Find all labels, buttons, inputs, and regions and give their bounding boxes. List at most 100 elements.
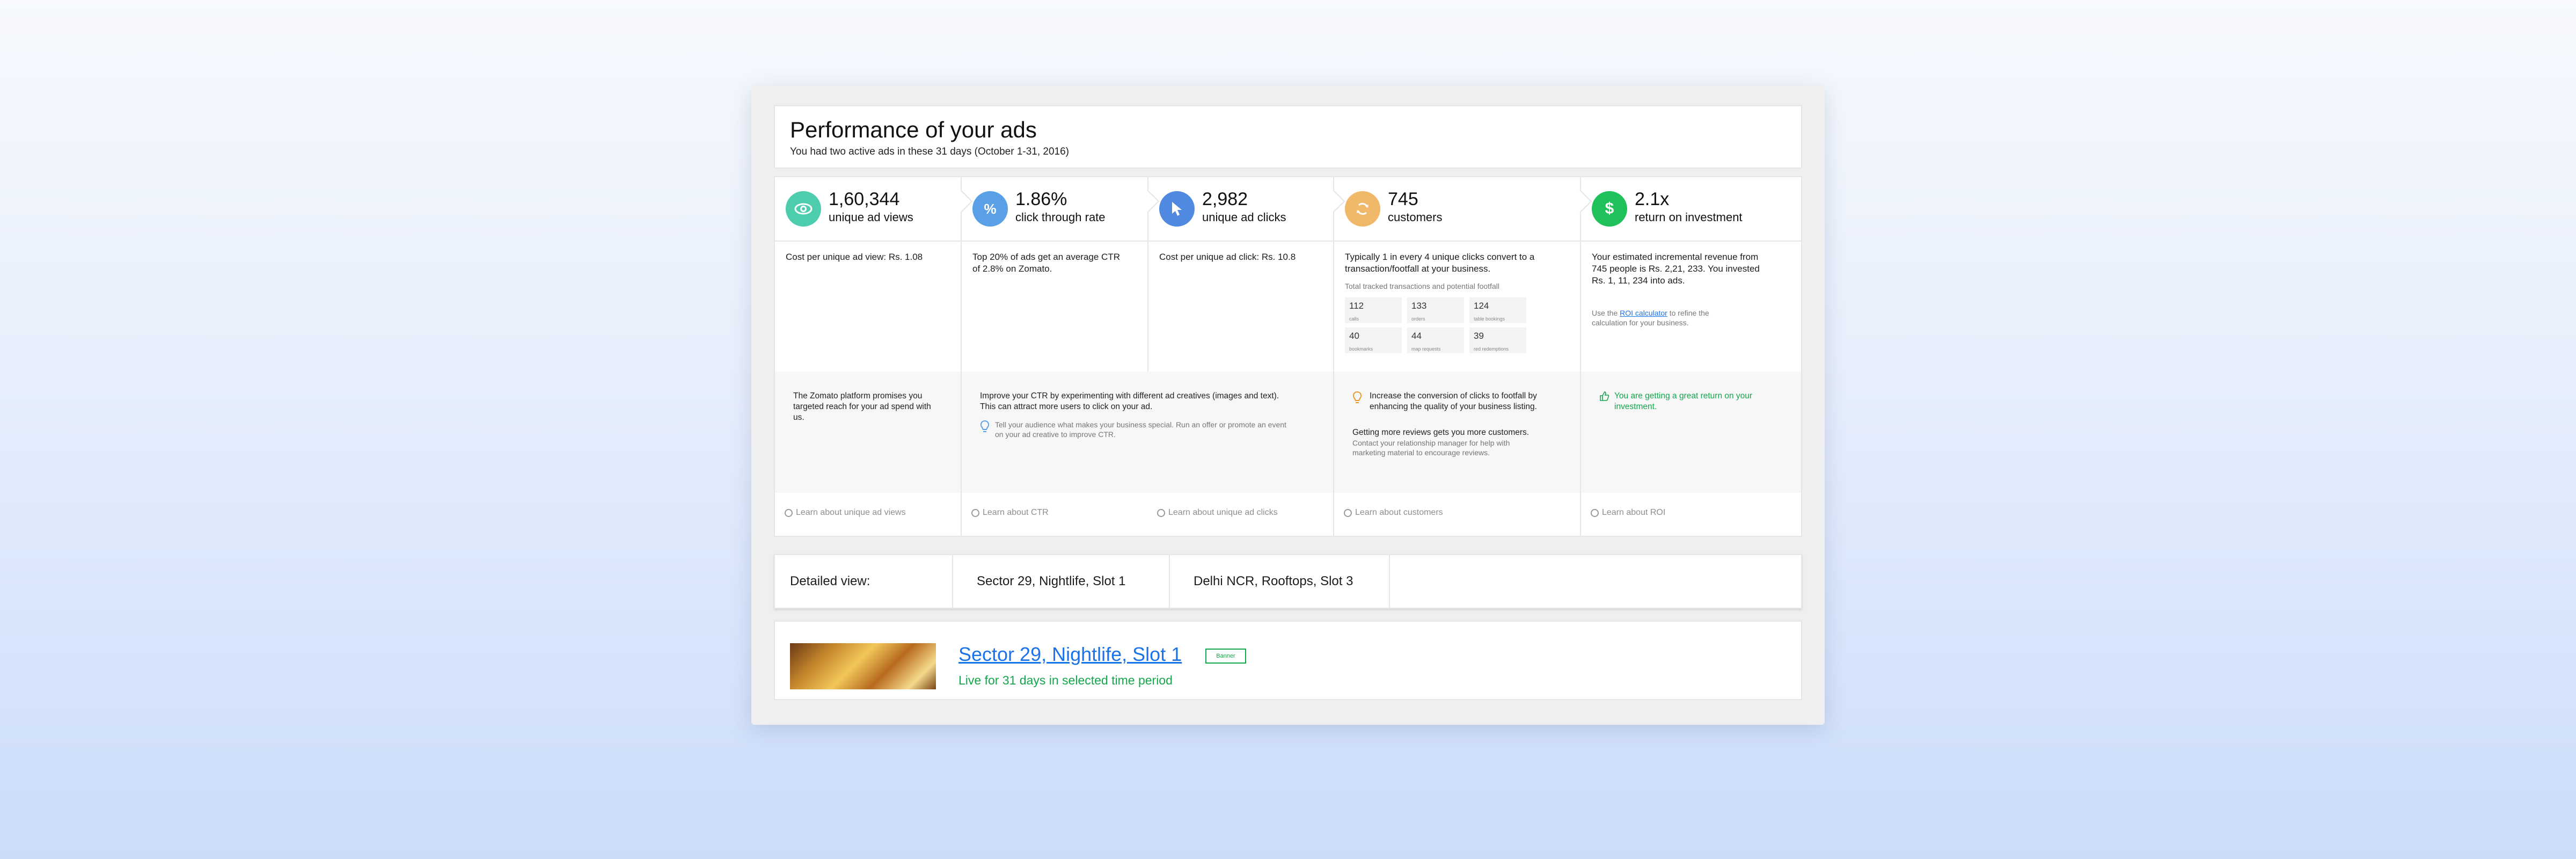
learn-link-text: Learn about CTR [983,508,1049,517]
metrics-panel: 1,60,344 unique ad views Cost per unique… [774,176,1802,537]
bulb-icon [980,420,990,432]
stat-value: 133 [1411,301,1427,311]
report-panel: Performance of your ads You had two acti… [751,86,1825,725]
page-subtitle: You had two active ads in these 31 days … [790,146,1070,157]
metric-body: Your estimated incremental revenue from … [1581,242,1801,370]
roi-note-pre: Use the [1592,309,1620,317]
metric-header: % 1.86% click through rate [962,177,1160,242]
stat-label: bookmarks [1349,346,1373,352]
metric-body: Cost per unique ad click: Rs. 10.8 [1147,242,1333,372]
metric-ctr: % 1.86% click through rate Top 20% of ad… [961,177,1333,536]
learn-link-text: Learn about customers [1355,508,1443,517]
stat-label: table bookings [1474,316,1505,322]
metric-value: 2.1x [1635,189,1670,209]
metric-body-text: Typically 1 in every 4 unique clicks con… [1345,252,1535,274]
metric-unique-ad-views: 1,60,344 unique ad views Cost per unique… [775,177,973,536]
roi-note: Use the ROI calculator to refine the cal… [1592,308,1742,327]
metric-tip: Increase the conversion of clicks to foo… [1334,372,1580,493]
metric-body: Cost per unique ad view: Rs. 1.08 [786,252,923,262]
learn-link[interactable]: Learn about customers [1334,494,1580,536]
stat-value: 44 [1411,331,1422,341]
percent-icon: % [972,191,1008,227]
metric-header: 745 customers [1334,177,1592,242]
ad-status: Live for 31 days in selected time period [958,673,1173,687]
tab-delhi-ncr[interactable]: Delhi NCR, Rooftops, Slot 3 [1169,555,1389,608]
dollar-icon: $ [1592,191,1627,227]
stat-label: orders [1411,316,1425,322]
metric-value: 1,60,344 [829,189,900,209]
stat-map-requests: 44 map requests [1407,327,1464,353]
metric-customers: 745 customers Typically 1 in every 4 uni… [1333,177,1592,536]
help-icon [785,509,793,517]
learn-link[interactable]: Learn about unique ad clicks [1147,494,1333,536]
metric-body-text: Your estimated incremental revenue from … [1592,252,1760,286]
stat-label: red redemptions [1474,346,1509,352]
stat-table-bookings: 124 table bookings [1469,297,1526,323]
thumbs-up-icon [1600,391,1609,401]
stat-bookmarks: 40 bookmarks [1345,327,1402,353]
stat-value: 39 [1474,331,1484,341]
metric-value: 2,982 [1202,189,1248,209]
metric-value: 1.86% [1015,189,1067,209]
metric-header: $ 2.1x return on investment [1581,177,1801,242]
help-icon [1157,509,1165,517]
stat-label: map requests [1411,346,1441,352]
tab-divider [1389,555,1390,608]
stat-orders: 133 orders [1407,297,1464,323]
metric-tip: Improve your CTR by experimenting with d… [962,372,1333,493]
bulb-icon [1352,391,1362,403]
stat-value: 112 [1349,301,1364,311]
metric-body: Top 20% of ads get an average CTR of 2.8… [972,252,1120,274]
page-title: Performance of your ads [790,117,1037,142]
stat-value: 40 [1349,331,1359,341]
tip-note-text: Tell your audience what makes your busin… [995,420,1286,439]
tip-note: Tell your audience what makes your busin… [980,420,1291,439]
metric-label: return on investment [1635,210,1743,224]
stat-label: calls [1349,316,1359,322]
metric-tip: The Zomato platform promises you targete… [775,372,961,493]
learn-link-text: Learn about ROI [1602,508,1666,517]
help-icon [971,509,979,517]
metric-roi: $ 2.1x return on investment Your estimat… [1580,177,1801,536]
stat-red-redemptions: 39 red redemptions [1469,327,1526,353]
stat-calls: 112 calls [1345,297,1402,323]
ad-thumbnail [790,643,936,689]
eye-icon [786,191,821,227]
metric-label: click through rate [1015,210,1106,224]
metric-label: customers [1388,210,1443,224]
stats-caption: Total tracked transactions and potential… [1345,282,1499,290]
metric-value: 745 [1388,189,1418,209]
cursor-icon [1159,191,1195,227]
report-header: Performance of your ads You had two acti… [774,105,1802,169]
learn-link-text: Learn about unique ad views [796,508,906,517]
learn-link[interactable]: Learn about ROI [1581,494,1801,536]
ad-type-badge: Banner [1205,649,1246,664]
tip-main: You are getting a great return on your i… [1599,391,1783,412]
tip-text: Improve your CTR by experimenting with d… [980,391,1279,411]
learn-link-text: Learn about unique ad clicks [1168,508,1278,517]
metric-tip: You are getting a great return on your i… [1581,372,1801,493]
learn-link[interactable]: Learn about unique ad views [775,494,961,536]
refresh-icon [1345,191,1380,227]
learn-link[interactable]: Learn about CTR [962,494,1147,536]
ad-title-link[interactable]: Sector 29, Nightlife, Slot 1 [958,643,1182,666]
detail-view-label: Detailed view: [790,574,870,588]
metric-label: unique ad views [829,210,913,224]
ad-summary: Sector 29, Nightlife, Slot 1 Banner Live… [774,621,1802,700]
stats-grid: 112 calls 133 orders 124 table bookings 40 b… [1345,297,1569,353]
tip-main: Increase the conversion of clicks to foo… [1352,391,1562,412]
tip2-title: Getting more reviews gets you more custo… [1352,428,1529,437]
metric-header: 1,60,344 unique ad views [775,177,973,242]
tip-text: Increase the conversion of clicks to foo… [1370,391,1537,411]
metric-body: Typically 1 in every 4 unique clicks con… [1334,242,1580,370]
help-icon [1591,509,1599,517]
metric-header: 2,982 unique ad clicks [1147,177,1345,242]
roi-calculator-link[interactable]: ROI calculator [1620,309,1667,317]
tab-sector-29[interactable]: Sector 29, Nightlife, Slot 1 [952,555,1169,608]
detail-view-bar: Detailed view: Sector 29, Nightlife, Slo… [774,554,1802,609]
tip2-body: Contact your relationship manager for he… [1352,439,1510,457]
tip-text: You are getting a great return on your i… [1614,391,1753,411]
metric-label: unique ad clicks [1202,210,1286,224]
stat-value: 124 [1474,301,1489,311]
help-icon [1344,509,1352,517]
